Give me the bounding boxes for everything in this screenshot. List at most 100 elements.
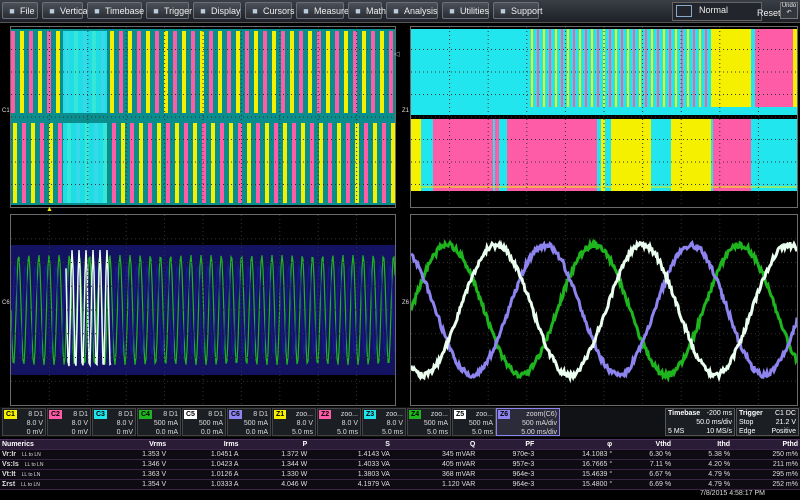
channel-scale: 500 mA — [424, 419, 448, 428]
timebase-icon: ■ — [92, 6, 102, 16]
grid-zoom-digital[interactable] — [410, 26, 798, 208]
numerics-cell: 1.363 V — [104, 470, 168, 480]
grid-channels-current[interactable] — [10, 214, 396, 406]
trigger-mode-label: Normal — [699, 5, 728, 15]
col-header: S — [309, 440, 392, 450]
display-icon: ■ — [198, 6, 208, 16]
numerics-cell: 250 m% — [732, 450, 800, 460]
channel-scale: 8.0 V — [297, 419, 313, 428]
channel-descriptor-c1[interactable]: C1 8 D1 8.0 V 0 mV — [2, 408, 46, 436]
c6-trace-marker: C6 — [2, 300, 10, 306]
undo-arrow-icon: ↶ — [786, 10, 791, 16]
numerics-row-label: Vt:It LL to LN — [0, 470, 104, 480]
numerics-row[interactable]: Vt:It LL to LN 1.363 V 1.0126 A 1.330 W 1.380… — [0, 470, 800, 480]
menu-label: Timebase — [105, 6, 144, 16]
channel-offset: 5.0 ms — [292, 428, 313, 437]
channel-descriptor-z2[interactable]: Z2 zoo... 8.0 V 5.0 ms — [317, 408, 361, 436]
channel-scale: 500 mA — [154, 419, 178, 428]
timebase-delay: -200 ms — [707, 410, 732, 417]
z6-tag: Z6 — [498, 410, 510, 419]
channel-header: zoo... — [431, 410, 448, 419]
channel-descriptor-c2[interactable]: C2 8 D1 8.0 V 0 mV — [47, 408, 91, 436]
channel-offset: 5.0 ms — [337, 428, 358, 437]
menu-utilities-button[interactable]: ■ Utilities — [442, 2, 489, 19]
menu-cursors-button[interactable]: ■ Cursors — [245, 2, 292, 19]
channel-descriptor-c5[interactable]: C5 8 D1 500 mA 0.0 mA — [182, 408, 226, 436]
numerics-cell: 368 mVAR — [392, 470, 477, 480]
numerics-cell: 1.0451 A — [168, 450, 240, 460]
channel-scale: 8.0 V — [387, 419, 403, 428]
channel-offset: 0 mV — [117, 428, 133, 437]
menu-measure-button[interactable]: ■ Measure — [296, 2, 344, 19]
g3-graticule — [11, 215, 395, 405]
numerics-row[interactable]: Vs:Is LL to LN 1.346 V 1.0423 A 1.344 W 1.403… — [0, 460, 800, 470]
timebase-rate: 50.0 ms/div — [696, 419, 732, 426]
file-icon: ■ — [7, 6, 17, 16]
numerics-row[interactable]: Vr:Ir LL to LN 1.353 V 1.0451 A 1.372 W 1.414… — [0, 450, 800, 460]
menu-vertical-button[interactable]: ■ Vertical — [42, 2, 83, 19]
menu-support-button[interactable]: ■ Support — [493, 2, 539, 19]
trigger-icon: ■ — [151, 6, 161, 16]
numerics-cell: 4.79 % — [673, 470, 732, 480]
trigger-mode-button[interactable]: Normal — [672, 2, 762, 21]
channel-offset: 0.0 mA — [156, 428, 178, 437]
vertical-icon: ■ — [47, 6, 57, 16]
menu-math-button[interactable]: ■ Math — [348, 2, 382, 19]
menu-timebase-button[interactable]: ■ Timebase — [87, 2, 142, 19]
timebase-descriptor[interactable]: Timebase -200 ms 50.0 ms/div 5 MS 10 MS/… — [665, 408, 735, 436]
trigger-type: Edge — [739, 428, 755, 435]
z6-source: zoom(C6) — [526, 410, 557, 419]
numerics-row[interactable]: Σrst LL to LN 1.354 V 1.0333 A 4.046 W 4.1979… — [0, 480, 800, 490]
col-header: Vthd — [614, 440, 673, 450]
channel-tag: C5 — [184, 410, 197, 419]
math-icon: ■ — [353, 6, 363, 16]
reset-button[interactable]: Reset — [757, 8, 781, 18]
numerics-cell: 1.0126 A — [168, 470, 240, 480]
numerics-cell: 1.0423 A — [168, 460, 240, 470]
menu-label: Cursors — [263, 6, 295, 16]
trigger-descriptor[interactable]: Trigger C1 DC Stop 21.2 V Edge Positive — [736, 408, 799, 436]
trigger-level-marker-icon: ◁ — [394, 50, 399, 58]
menu-file-button[interactable]: ■ File — [2, 2, 38, 19]
timebase-title: Timebase — [668, 410, 700, 417]
timebase-memory: 5 MS — [668, 428, 684, 435]
channel-scale: 500 mA — [469, 419, 493, 428]
numerics-cell: 970e-3 — [477, 450, 536, 460]
numerics-cell: 6.30 % — [614, 450, 673, 460]
channel-descriptor-c4[interactable]: C4 8 D1 500 mA 0.0 mA — [137, 408, 181, 436]
z6-descriptor[interactable]: Z6 zoom(C6) 500 mA/div 5.00 ms/div — [496, 408, 560, 436]
channel-tag: C3 — [94, 410, 107, 419]
grid-channels-digital[interactable] — [10, 26, 396, 208]
menu-analysis-button[interactable]: ■ Analysis — [386, 2, 438, 19]
g4-graticule — [411, 215, 797, 405]
numerics-cell: 1.354 V — [104, 480, 168, 490]
col-header: PF — [477, 440, 536, 450]
channel-tag: Z2 — [319, 410, 331, 419]
numerics-cell: 14.1083 ° — [536, 450, 614, 460]
channel-offset: 5.0 ms — [382, 428, 403, 437]
channel-descriptor-z1[interactable]: Z1 zoo... 8.0 V 5.0 ms — [272, 408, 316, 436]
analysis-icon: ■ — [391, 6, 401, 16]
channel-descriptor-z3[interactable]: Z3 zoo... 8.0 V 5.0 ms — [362, 408, 406, 436]
numerics-cell: 1.372 W — [241, 450, 310, 460]
channel-descriptor-c6[interactable]: C6 8 D1 500 mA 0.0 mA — [227, 408, 271, 436]
menu-label: Math — [366, 6, 386, 16]
channel-descriptor-z5[interactable]: Z5 zoo... 500 mA 5.0 ms — [452, 408, 496, 436]
numerics-table[interactable]: Numerics Vrms Irms P S Q PF φ Vthd Ithd … — [0, 439, 800, 490]
numerics-cell: 1.4033 VA — [309, 460, 392, 470]
row-subtitle: LL to LN — [25, 462, 44, 468]
channel-descriptor-z4[interactable]: Z4 zoo... 500 mA 5.0 ms — [407, 408, 451, 436]
undo-button[interactable]: Undo ↶ — [780, 2, 798, 19]
menu-display-button[interactable]: ■ Display — [193, 2, 241, 19]
menu-trigger-button[interactable]: ■ Trigger — [146, 2, 189, 19]
grid-zoom-current[interactable] — [410, 214, 798, 406]
channel-scale: 8.0 V — [72, 419, 88, 428]
channel-offset: 5.0 ms — [427, 428, 448, 437]
col-header: Vrms — [104, 440, 168, 450]
channel-descriptor-c3[interactable]: C3 8 D1 8.0 V 0 mV — [92, 408, 136, 436]
channel-tag: C4 — [139, 410, 152, 419]
channel-header: zoo... — [386, 410, 403, 419]
undo-label: Undo — [782, 3, 796, 9]
channel-offset: 0 mV — [72, 428, 88, 437]
row-name: Vr:Ir — [2, 451, 16, 458]
